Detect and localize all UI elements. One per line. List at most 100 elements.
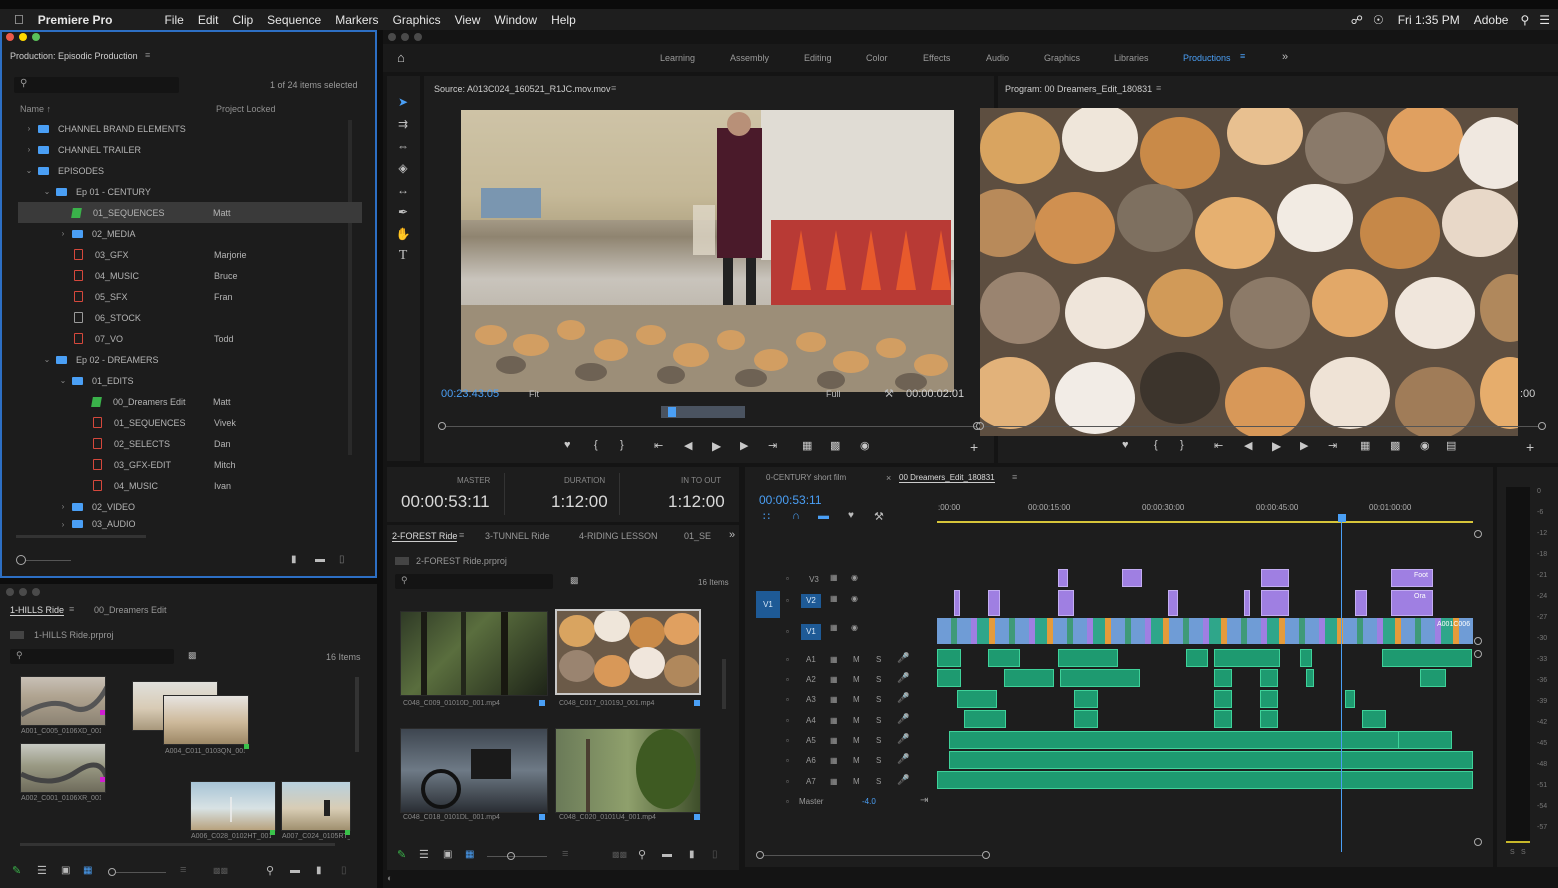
- add-marker-icon[interactable]: ♥: [564, 439, 571, 451]
- video-clip[interactable]: [1058, 569, 1068, 587]
- bin-scrollbar[interactable]: [722, 659, 726, 709]
- panel-menu-icon[interactable]: ≡: [69, 604, 74, 614]
- sync-lock-icon[interactable]: ▦: [830, 573, 838, 582]
- eye-icon[interactable]: ◉: [851, 573, 858, 582]
- zoom-slider-handle[interactable]: [16, 555, 26, 565]
- audio-clip[interactable]: [1214, 669, 1232, 687]
- sync-lock-icon[interactable]: ▦: [830, 623, 838, 632]
- audio-clip[interactable]: [1186, 649, 1208, 667]
- export-frame-icon[interactable]: ◉: [860, 439, 870, 452]
- audio-clip[interactable]: [1074, 690, 1098, 708]
- timeline-scroll-track[interactable]: [764, 855, 982, 856]
- type-tool-icon[interactable]: T: [395, 248, 411, 264]
- video-clip[interactable]: [1122, 569, 1142, 587]
- razor-tool-icon[interactable]: ◈: [395, 160, 411, 176]
- clip-thumbnail[interactable]: [20, 743, 106, 793]
- lock-icon[interactable]: ▫: [786, 736, 789, 745]
- extract-icon[interactable]: ▩: [1390, 439, 1400, 452]
- eye-icon[interactable]: ◉: [851, 623, 858, 632]
- v1-track-clips[interactable]: [937, 618, 1473, 644]
- tree-row[interactable]: 04_MUSIC Ivan: [16, 475, 362, 496]
- close-window-button[interactable]: [388, 33, 396, 41]
- track-label-a3[interactable]: A3: [806, 695, 816, 704]
- clip-thumbnail[interactable]: [281, 781, 351, 831]
- freeform-view-icon[interactable]: ▦: [465, 849, 474, 860]
- mute-button[interactable]: M: [853, 736, 860, 745]
- play-button[interactable]: ▶: [712, 439, 721, 453]
- panel-menu-icon[interactable]: ≡: [611, 83, 616, 93]
- quality-dropdown[interactable]: Full: [826, 389, 841, 399]
- video-clip[interactable]: [1058, 590, 1074, 616]
- step-back-icon[interactable]: ◀: [1244, 439, 1252, 452]
- track-label-a4[interactable]: A4: [806, 716, 816, 725]
- track-label-v1[interactable]: V1: [801, 624, 821, 640]
- tab-forest-ride[interactable]: 2-FOREST Ride: [392, 531, 458, 542]
- audio-clip[interactable]: [1004, 669, 1054, 687]
- insert-icon[interactable]: ▦: [802, 439, 812, 452]
- scroll-end-handle[interactable]: [1538, 422, 1546, 430]
- video-clip[interactable]: [1261, 590, 1289, 616]
- tree-row[interactable]: › CHANNEL BRAND ELEMENTS: [16, 118, 362, 139]
- home-icon[interactable]: ⌂: [397, 50, 405, 65]
- audio-clip[interactable]: [1260, 690, 1278, 708]
- freeform-view-icon[interactable]: ▦: [83, 865, 92, 876]
- tab-tunnel-ride[interactable]: 3-TUNNEL Ride: [485, 531, 550, 541]
- audio-clip[interactable]: [937, 649, 961, 667]
- tree-row[interactable]: › 03_AUDIO: [16, 517, 362, 531]
- video-clip[interactable]: [954, 590, 960, 616]
- close-window-button[interactable]: [6, 588, 14, 596]
- sync-lock-icon[interactable]: ▦: [830, 695, 838, 704]
- audio-clip[interactable]: [1214, 649, 1280, 667]
- new-search-bin-icon[interactable]: ▩: [570, 575, 579, 586]
- sync-lock-icon[interactable]: ▦: [830, 594, 838, 603]
- tab-hills-ride[interactable]: 1-HILLS Ride: [10, 605, 65, 616]
- source-monitor-title[interactable]: Source: A013C024_160521_R1JC.mov.mov: [434, 84, 610, 94]
- audio-clip[interactable]: [937, 771, 1473, 789]
- tab-dreamers-edit-sequence[interactable]: 00 Dreamers_Edit_180831: [899, 473, 995, 483]
- audio-clip[interactable]: [1260, 710, 1278, 728]
- mute-button[interactable]: M: [853, 777, 860, 786]
- find-icon[interactable]: ⚲: [266, 864, 274, 877]
- workspace-editing[interactable]: Editing: [804, 53, 832, 63]
- clip-thumbnail[interactable]: [555, 728, 701, 813]
- scroll-handle[interactable]: [1474, 637, 1482, 645]
- mute-button[interactable]: M: [853, 675, 860, 684]
- eye-icon[interactable]: ◉: [851, 594, 858, 603]
- clip-thumbnail[interactable]: [400, 728, 548, 813]
- pencil-icon[interactable]: ✎: [12, 864, 21, 877]
- audio-clip[interactable]: [1214, 710, 1232, 728]
- workspace-assembly[interactable]: Assembly: [730, 53, 769, 63]
- menu-help[interactable]: Help: [551, 13, 576, 27]
- scroll-start-handle[interactable]: [756, 851, 764, 859]
- clip-thumbnail[interactable]: [163, 695, 249, 745]
- tree-row[interactable]: › 02_VIDEO: [16, 496, 362, 517]
- automate-icon[interactable]: ▩▩: [612, 850, 627, 859]
- workspace-libraries[interactable]: Libraries: [1114, 53, 1149, 63]
- scroll-track[interactable]: [984, 426, 1538, 427]
- menu-view[interactable]: View: [455, 13, 481, 27]
- snap-icon[interactable]: ∩: [792, 510, 800, 522]
- mute-button[interactable]: M: [853, 695, 860, 704]
- mic-icon[interactable]: 🎤: [897, 693, 909, 704]
- lock-icon[interactable]: ▫: [786, 695, 789, 704]
- lock-icon[interactable]: ▫: [786, 756, 789, 765]
- step-forward-icon[interactable]: ▶: [1300, 439, 1308, 452]
- track-label-a7[interactable]: A7: [806, 777, 816, 786]
- wrench-icon[interactable]: ⚒: [884, 387, 894, 400]
- zoom-slider-track[interactable]: [116, 872, 166, 873]
- go-to-in-icon[interactable]: ⇤: [654, 439, 663, 452]
- mic-icon[interactable]: 🎤: [897, 754, 909, 765]
- tree-row[interactable]: › CHANNEL TRAILER: [16, 139, 362, 160]
- menu-file[interactable]: File: [164, 13, 183, 27]
- new-bin-icon[interactable]: ▬: [315, 554, 325, 565]
- tab-dreamers-edit[interactable]: 00_Dreamers Edit: [94, 605, 167, 615]
- horizontal-scrollbar[interactable]: [16, 535, 146, 538]
- chevron-right-icon[interactable]: ›: [24, 145, 34, 154]
- mute-button[interactable]: M: [853, 655, 860, 664]
- settings-wrench-icon[interactable]: ⚒: [874, 510, 884, 523]
- panel-menu-icon[interactable]: ≡: [1156, 83, 1161, 93]
- tree-row[interactable]: ⌄ Ep 01 - CENTURY: [16, 181, 362, 202]
- zoom-slider-track[interactable]: [26, 560, 71, 561]
- mark-in-icon[interactable]: {: [594, 439, 598, 451]
- ripple-edit-tool-icon[interactable]: ⇔: [395, 138, 411, 154]
